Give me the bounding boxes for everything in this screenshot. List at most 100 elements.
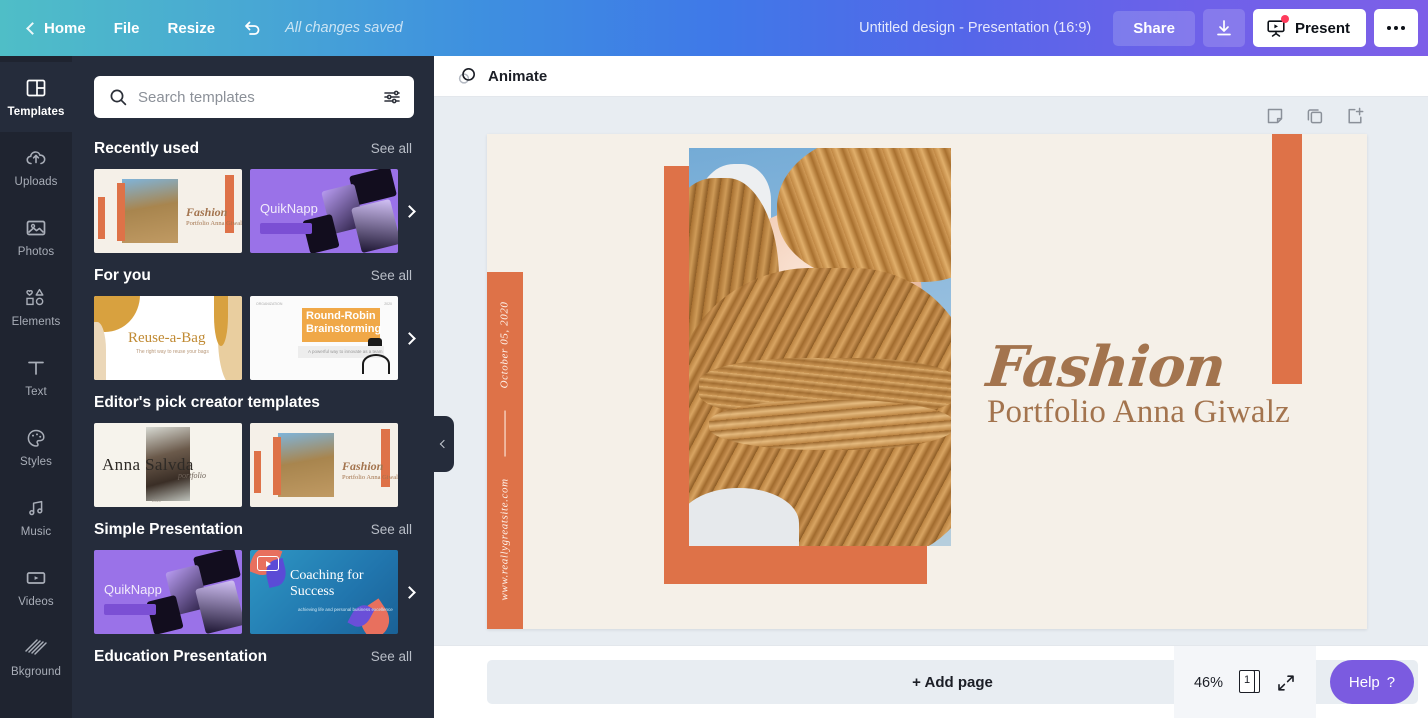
- panel-scroll-region[interactable]: Recently used See all Fashion Portfolio …: [72, 126, 434, 718]
- slide-vertical-text[interactable]: www.reallygreatsite.com October 05, 2020: [487, 272, 523, 629]
- template-thumbnail[interactable]: Fashion Portfolio Anna Giwalz: [94, 169, 242, 253]
- thumb-title: Reuse-a-Bag: [128, 330, 206, 346]
- slide-website: www.reallygreatsite.com: [499, 477, 511, 601]
- sidebar-item-elements[interactable]: Elements: [0, 272, 72, 342]
- home-button[interactable]: Home: [14, 12, 100, 45]
- sidebar-item-text[interactable]: Text: [0, 342, 72, 412]
- template-thumbnail[interactable]: QuikNapp: [250, 169, 398, 253]
- duplicate-page-icon: [1307, 109, 1323, 124]
- decor-text: 2020: [152, 498, 161, 503]
- divider: [504, 409, 506, 456]
- download-button[interactable]: [1202, 9, 1245, 47]
- music-note-icon: [29, 500, 43, 516]
- thumbnail-row: Anna Salvda portfolio 2020 Fashion Portf…: [72, 423, 434, 507]
- section-header: Editor's pick creator templates: [72, 394, 434, 412]
- animate-label: Animate: [488, 67, 548, 85]
- section-title: Editor's pick creator templates: [94, 394, 320, 411]
- video-play-icon: [257, 556, 279, 571]
- see-all-link[interactable]: See all: [371, 141, 412, 156]
- template-thumbnail[interactable]: Coaching for Success achieving life and …: [250, 550, 398, 634]
- see-all-link[interactable]: See all: [371, 522, 412, 537]
- thumb-title: QuikNapp: [260, 201, 318, 216]
- chevron-left-icon: [26, 21, 39, 35]
- scroll-right-button[interactable]: [398, 581, 420, 603]
- decor-figure: [368, 338, 382, 346]
- page-number: 1: [1243, 674, 1251, 686]
- present-button[interactable]: Present: [1252, 9, 1366, 47]
- decor-text: ORGANIZATION: [256, 302, 283, 306]
- thumb-title: Fashion: [342, 459, 384, 473]
- filter-sliders-icon[interactable]: [382, 87, 402, 107]
- sidebar-item-styles[interactable]: Styles: [0, 412, 72, 482]
- slide-title-block[interactable]: Fashion Portfolio Anna Giwalz: [984, 334, 1290, 431]
- fullscreen-button[interactable]: [1276, 673, 1296, 693]
- expand-arrows-icon: [1278, 674, 1294, 691]
- collapse-panel-button[interactable]: [434, 416, 454, 472]
- search-area: [72, 56, 434, 126]
- section-header: Simple Presentation See all: [72, 521, 434, 539]
- add-page-icon: [1348, 107, 1364, 124]
- add-page-button[interactable]: [1344, 105, 1366, 127]
- cloud-upload-icon: [26, 151, 46, 165]
- template-thumbnail[interactable]: Anna Salvda portfolio 2020: [94, 423, 242, 507]
- file-label: File: [113, 19, 140, 37]
- slide-photo[interactable]: [689, 148, 951, 546]
- see-all-link[interactable]: See all: [371, 649, 412, 664]
- canvas-area[interactable]: www.reallygreatsite.com October 05, 2020: [434, 97, 1428, 645]
- design-title[interactable]: Untitled design - Presentation (16:9): [859, 20, 1091, 36]
- download-icon: [1217, 20, 1231, 36]
- sidebar-item-music[interactable]: Music: [0, 482, 72, 552]
- sidebar-item-label: Uploads: [14, 176, 58, 188]
- template-thumbnail[interactable]: Fashion Portfolio Anna Giwalz: [250, 423, 398, 507]
- sidebar-item-label: Styles: [20, 456, 52, 468]
- animate-button[interactable]: Animate: [454, 61, 555, 91]
- thumbnail-row: Reuse-a-Bag The right way to reuse your …: [72, 296, 434, 380]
- slide-canvas[interactable]: www.reallygreatsite.com October 05, 2020: [487, 134, 1367, 629]
- top-header: Home File Resize All changes saved Untit…: [0, 0, 1428, 56]
- section-header: Recently used See all: [72, 140, 434, 158]
- template-thumbnail[interactable]: ORGANIZATION 2020 Round-Robin Brainstorm…: [250, 296, 398, 380]
- thumb-photo: [117, 179, 178, 243]
- section-header: Education Presentation See all: [72, 648, 434, 666]
- decor-bar: [98, 197, 105, 239]
- video-play-icon: [26, 572, 46, 584]
- resize-button[interactable]: Resize: [154, 12, 230, 45]
- editor-body: Templates Uploads Photos Elements Text S…: [0, 56, 1428, 718]
- file-menu-button[interactable]: File: [100, 12, 154, 45]
- duplicate-page-button[interactable]: [1304, 105, 1326, 127]
- scroll-right-button[interactable]: [398, 200, 420, 222]
- more-options-button[interactable]: [1374, 9, 1418, 47]
- page-count-button[interactable]: 1: [1239, 670, 1260, 695]
- animate-circles-icon: [458, 67, 476, 84]
- thumb-subtitle: portfolio: [178, 471, 207, 480]
- design-toolbar: Animate: [434, 56, 1428, 97]
- dot-icon: [1387, 26, 1391, 30]
- sidebar-item-templates[interactable]: Templates: [0, 62, 72, 132]
- decor-bar: [254, 451, 261, 493]
- template-thumbnail[interactable]: QuikNapp: [94, 550, 242, 634]
- notes-page-button[interactable]: [1264, 105, 1286, 127]
- thumbnail-row: Fashion Portfolio Anna Giwalz QuikNapp: [72, 169, 434, 253]
- zoom-level[interactable]: 46%: [1194, 675, 1223, 691]
- search-input[interactable]: [138, 88, 372, 106]
- scroll-right-button[interactable]: [398, 327, 420, 349]
- share-button[interactable]: Share: [1113, 10, 1195, 46]
- sidebar-item-photos[interactable]: Photos: [0, 202, 72, 272]
- search-box[interactable]: [94, 76, 414, 118]
- header-left-group: Home File Resize All changes saved: [14, 9, 403, 47]
- add-page-label: + Add page: [912, 673, 993, 691]
- sidebar-item-bkground[interactable]: Bkground: [0, 622, 72, 692]
- template-thumbnail[interactable]: Reuse-a-Bag The right way to reuse your …: [94, 296, 242, 380]
- undo-button[interactable]: [229, 9, 275, 47]
- present-screen-icon: [1266, 15, 1289, 38]
- thumb-title: QuikNapp: [104, 582, 162, 597]
- canva-editor: Home File Resize All changes saved Untit…: [0, 0, 1428, 718]
- see-all-link[interactable]: See all: [371, 268, 412, 283]
- section-title: Recently used: [94, 140, 200, 157]
- section-editors-pick: Editor's pick creator templates Anna Sal…: [72, 380, 434, 507]
- help-button[interactable]: Help ?: [1330, 660, 1414, 704]
- section-title: For you: [94, 267, 151, 284]
- sidebar-item-videos[interactable]: Videos: [0, 552, 72, 622]
- sidebar-item-uploads[interactable]: Uploads: [0, 132, 72, 202]
- thumb-title: Coaching for Success: [290, 568, 364, 599]
